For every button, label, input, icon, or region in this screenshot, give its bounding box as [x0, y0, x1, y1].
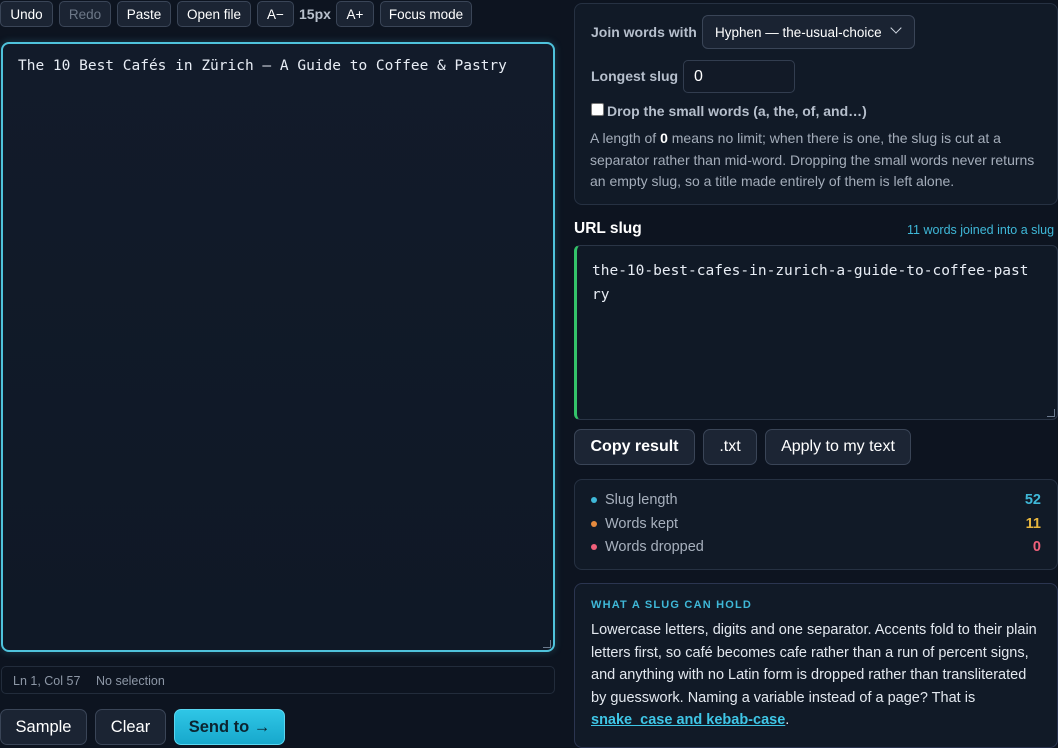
- paste-button[interactable]: Paste: [117, 1, 171, 27]
- cursor-position: Ln 1, Col 57: [13, 674, 81, 688]
- stat-words-dropped: Words dropped 0: [591, 537, 1041, 557]
- stat-words-kept: Words kept 11: [591, 514, 1041, 534]
- resize-handle[interactable]: [543, 640, 551, 648]
- dot-icon: [591, 544, 597, 550]
- dot-icon: [591, 521, 597, 527]
- slug-text: the-10-best-cafes-in-zurich-a-guide-to-c…: [592, 263, 1029, 303]
- options-note: A length of 0 means no limit; when there…: [590, 130, 1035, 189]
- chevron-down-icon: [890, 22, 902, 34]
- redo-button[interactable]: Redo: [59, 1, 111, 27]
- send-to-button[interactable]: Send to →: [174, 709, 285, 745]
- selection-status: No selection: [96, 674, 165, 688]
- separator-value: Hyphen — the-usual-choice: [715, 24, 882, 40]
- slug-output[interactable]: the-10-best-cafes-in-zurich-a-guide-to-c…: [574, 245, 1058, 420]
- apply-to-text-button[interactable]: Apply to my text: [765, 429, 911, 465]
- font-size-label: 15px: [299, 6, 331, 22]
- sample-button[interactable]: Sample: [0, 709, 87, 745]
- focus-mode-button[interactable]: Focus mode: [380, 1, 472, 27]
- separator-select[interactable]: Hyphen — the-usual-choice: [702, 15, 915, 49]
- editor-content: The 10 Best Cafés in Zürich — A Guide to…: [18, 58, 507, 74]
- undo-button[interactable]: Undo: [0, 1, 53, 27]
- stat-slug-length: Slug length 52: [591, 490, 1041, 510]
- text-editor[interactable]: The 10 Best Cafés in Zürich — A Guide to…: [1, 42, 555, 652]
- info-body: Lowercase letters, digits and one separa…: [591, 622, 1037, 728]
- longest-slug-label: Longest slug: [591, 68, 679, 84]
- longest-slug-input[interactable]: 0: [683, 60, 795, 93]
- slug-title: URL slug: [574, 220, 642, 237]
- font-decrease-button[interactable]: A−: [257, 1, 294, 27]
- open-file-button[interactable]: Open file: [177, 1, 251, 27]
- clear-button[interactable]: Clear: [95, 709, 166, 745]
- dot-icon: [591, 497, 597, 503]
- resize-handle[interactable]: [1047, 409, 1055, 417]
- info-title: WHAT A SLUG CAN HOLD: [591, 599, 753, 611]
- case-styles-link[interactable]: snake_case and kebab-case: [591, 712, 785, 728]
- drop-small-words-checkbox[interactable]: [591, 103, 604, 116]
- drop-small-words-label[interactable]: Drop the small words (a, the, of, and…): [607, 103, 867, 119]
- font-increase-button[interactable]: A+: [336, 1, 374, 27]
- word-count-badge: 11 words joined into a slug: [907, 223, 1055, 237]
- download-txt-button[interactable]: .txt: [703, 429, 757, 465]
- status-bar: Ln 1, Col 57 No selection: [1, 666, 555, 694]
- join-words-label: Join words with: [591, 24, 697, 40]
- copy-result-button[interactable]: Copy result: [574, 429, 695, 465]
